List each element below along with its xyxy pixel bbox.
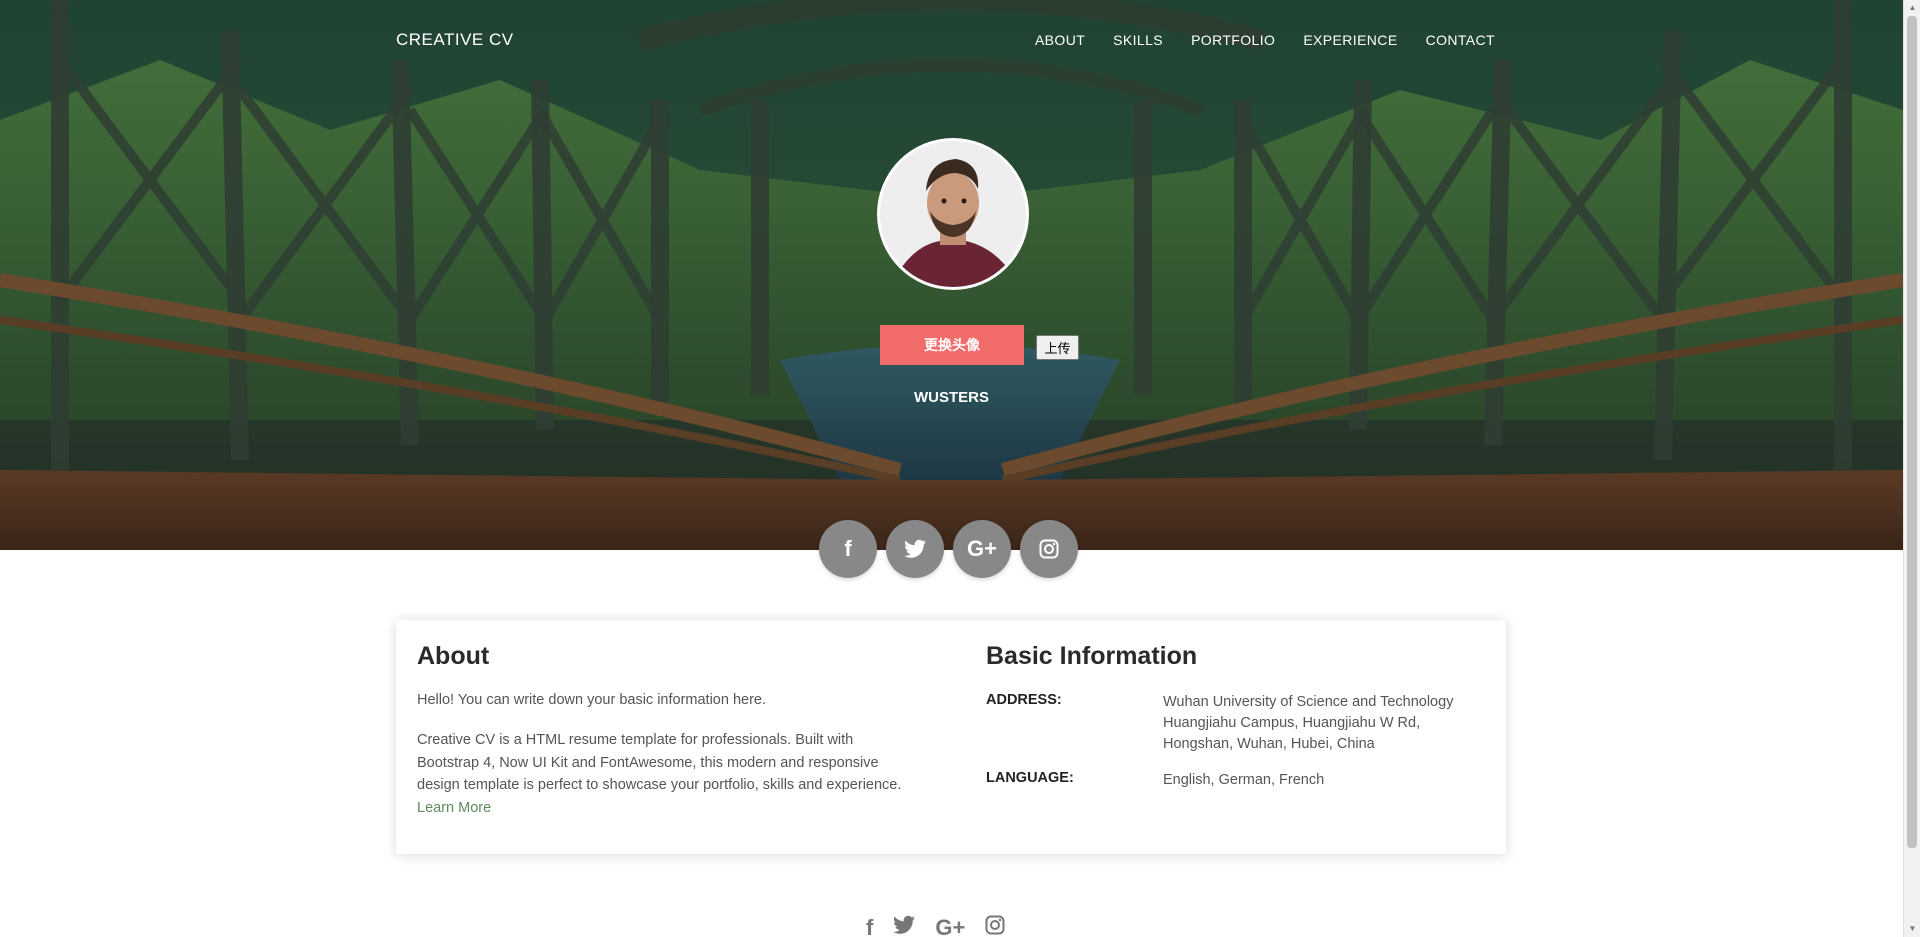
google-plus-glyph: G+ [967, 536, 997, 561]
footer-google-plus-icon[interactable]: G+ [935, 915, 965, 937]
about-body-text: Creative CV is a HTML resume template fo… [417, 732, 902, 793]
social-links: f G+ [819, 520, 1078, 578]
scroll-down-arrow-icon[interactable]: ▼ [1904, 921, 1920, 937]
language-value: English, German, French [1163, 772, 1325, 788]
facebook-icon[interactable]: f [819, 520, 877, 578]
address-value: Wuhan University of Science and Technolo… [1163, 694, 1454, 752]
google-plus-icon[interactable]: G+ [953, 520, 1011, 578]
nav-link-skills[interactable]: SKILLS [1113, 32, 1163, 48]
scrollbar-thumb[interactable] [1907, 16, 1917, 848]
footer-social-links: f G+ [866, 915, 1005, 937]
footer-instagram-icon[interactable] [985, 915, 1005, 935]
twitter-icon[interactable] [886, 520, 944, 578]
instagram-glyph [1039, 539, 1059, 559]
footer-twitter-icon[interactable] [893, 915, 916, 935]
upload-button[interactable]: 上传 [1036, 335, 1079, 360]
nav-link-experience[interactable]: EXPERIENCE [1303, 32, 1397, 48]
profile-name: WUSTERS [914, 389, 989, 406]
about-body: Creative CV is a HTML resume template fo… [417, 729, 917, 819]
scroll-up-arrow-icon[interactable]: ▲ [1904, 0, 1920, 16]
change-avatar-button[interactable]: 更换头像 [880, 325, 1024, 365]
about-card: About Hello! You can write down your bas… [396, 620, 1506, 854]
about-intro: Hello! You can write down your basic inf… [417, 692, 766, 708]
learn-more-link[interactable]: Learn More [417, 800, 491, 816]
about-title: About [417, 642, 490, 670]
nav-brand[interactable]: CREATIVE CV [396, 30, 514, 50]
nav-link-about[interactable]: ABOUT [1035, 32, 1085, 48]
profile-photo [880, 141, 1026, 287]
main-nav: ABOUT SKILLS PORTFOLIO EXPERIENCE CONTAC… [1035, 32, 1495, 48]
nav-link-contact[interactable]: CONTACT [1426, 32, 1495, 48]
hero-banner: CREATIVE CV ABOUT SKILLS PORTFOLIO EXPER… [0, 0, 1903, 550]
address-label: ADDRESS: [986, 692, 1062, 708]
basic-info-title: Basic Information [986, 642, 1198, 670]
instagram-icon[interactable] [1020, 520, 1078, 578]
nav-link-portfolio[interactable]: PORTFOLIO [1191, 32, 1275, 48]
footer-facebook-icon[interactable]: f [866, 915, 873, 937]
language-label: LANGUAGE: [986, 770, 1074, 786]
avatar [877, 138, 1029, 290]
page-scrollbar[interactable]: ▲ ▼ [1903, 0, 1920, 937]
facebook-glyph: f [844, 536, 852, 561]
twitter-glyph [904, 539, 926, 558]
